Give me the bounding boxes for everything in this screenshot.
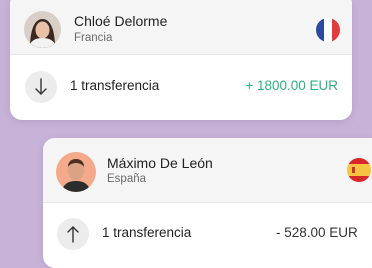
contact-name: Máximo De León	[107, 155, 213, 171]
transfer-card[interactable]: Máximo De León España 1 transferencia - …	[43, 138, 372, 268]
avatar	[24, 11, 61, 48]
arrow-up-icon	[57, 218, 89, 250]
arrow-down-icon	[25, 71, 57, 103]
transfer-amount: + 1800.00 EUR	[245, 78, 338, 93]
contact-name: Chloé Delorme	[74, 13, 168, 29]
france-flag-icon	[316, 18, 340, 42]
transfer-summary[interactable]: 1 transferencia + 1800.00 EUR	[10, 55, 352, 120]
transfer-summary[interactable]: 1 transferencia - 528.00 EUR	[43, 203, 372, 268]
avatar	[56, 152, 96, 192]
transfer-card[interactable]: Chloé Delorme Francia 1 transferencia + …	[10, 0, 352, 120]
transfer-count: 1 transferencia	[102, 225, 192, 240]
contact-country: España	[107, 173, 147, 185]
contact-header: Máximo De León España	[43, 138, 372, 203]
spain-flag-icon	[347, 158, 371, 182]
contact-header: Chloé Delorme Francia	[10, 0, 352, 55]
transfer-count: 1 transferencia	[70, 78, 160, 93]
contact-country: Francia	[74, 32, 113, 44]
transfer-amount: - 528.00 EUR	[276, 225, 358, 240]
